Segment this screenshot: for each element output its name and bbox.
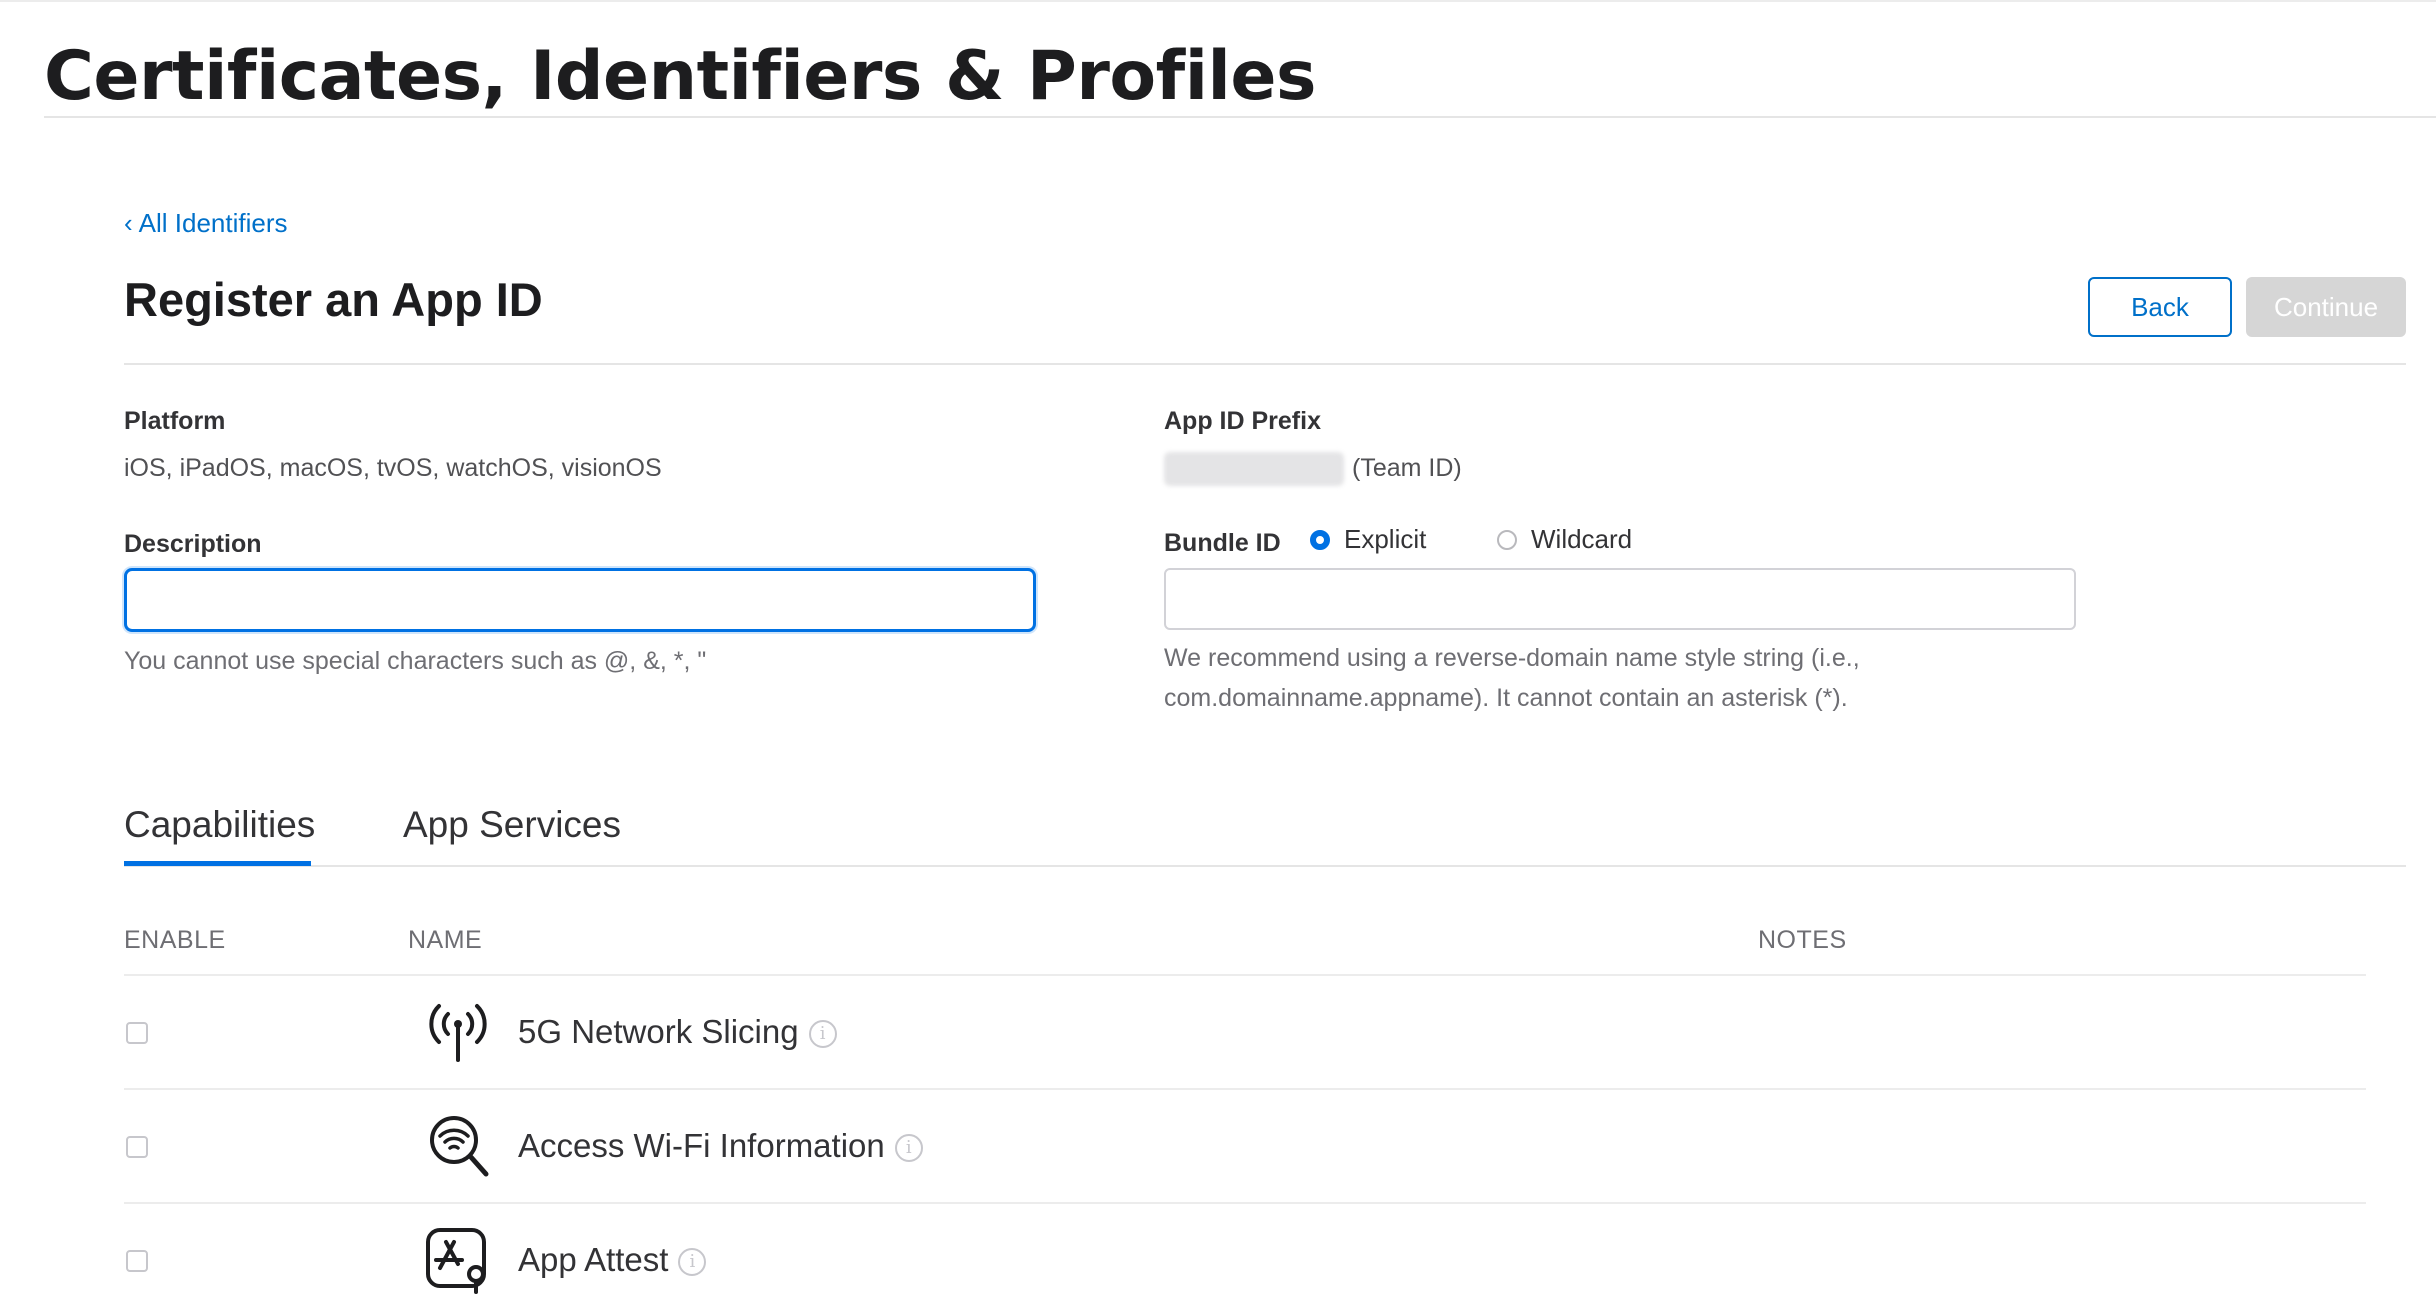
table-header-divider (124, 974, 2366, 976)
team-id-suffix: (Team ID) (1352, 454, 1462, 482)
enable-checkbox[interactable] (126, 1136, 148, 1158)
enable-checkbox[interactable] (126, 1022, 148, 1044)
title-divider (44, 116, 2436, 118)
description-label: Description (124, 530, 262, 558)
column-header-name: NAME (408, 926, 483, 954)
explicit-radio-label: Explicit (1344, 524, 1427, 554)
capability-name-link[interactable]: Access Wi-Fi Information i (518, 1124, 923, 1168)
section-title: Register an App ID (124, 273, 543, 326)
explicit-radio[interactable]: Explicit (1310, 524, 1426, 555)
chevron-left-icon: ‹ (124, 208, 133, 238)
capability-name: App Attest (518, 1241, 669, 1278)
continue-button[interactable]: Continue (2246, 277, 2406, 337)
info-icon[interactable]: i (678, 1248, 707, 1277)
bundle-id-hint-line1: We recommend using a reverse-domain name… (1164, 644, 1860, 672)
active-tab-indicator (124, 861, 311, 866)
row-divider (124, 1202, 2366, 1204)
header-divider (124, 363, 2406, 365)
tab-app-services[interactable]: App Services (403, 800, 621, 850)
capability-name: Access Wi-Fi Information (518, 1127, 885, 1164)
app-id-prefix-label: App ID Prefix (1164, 407, 1321, 435)
description-input[interactable] (124, 568, 1036, 632)
radio-unselected-icon (1497, 529, 1517, 550)
column-header-notes: NOTES (1758, 926, 1847, 954)
capability-name-link[interactable]: 5G Network Slicing i (518, 1010, 837, 1054)
info-icon[interactable]: i (808, 1020, 837, 1049)
wildcard-radio[interactable]: Wildcard (1497, 524, 1632, 555)
capability-name: 5G Network Slicing (518, 1013, 799, 1050)
wildcard-radio-label: Wildcard (1531, 524, 1633, 554)
wifi-search-icon (430, 1116, 489, 1177)
column-header-enable: ENABLE (124, 926, 226, 954)
breadcrumb-label: All Identifiers (138, 208, 288, 238)
description-hint: You cannot use special characters such a… (124, 647, 707, 675)
platform-value: iOS, iPadOS, macOS, tvOS, watchOS, visio… (124, 454, 662, 482)
platform-label: Platform (124, 407, 226, 435)
radio-selected-icon (1310, 529, 1330, 550)
bundle-id-hint-line2: com.domainname.appname). It cannot conta… (1164, 684, 1848, 712)
row-divider (124, 1088, 2366, 1090)
capability-name-link[interactable]: App Attest i (518, 1238, 707, 1282)
enable-checkbox[interactable] (126, 1250, 148, 1272)
app-attest-icon (426, 1228, 486, 1294)
team-id-redacted (1164, 452, 1344, 486)
tab-capabilities[interactable]: Capabilities (124, 800, 315, 850)
bundle-id-label: Bundle ID (1164, 529, 1281, 557)
page-title: Certificates, Identifiers & Profiles (44, 37, 1316, 116)
antenna-icon (429, 1004, 487, 1062)
bundle-id-input[interactable] (1164, 568, 2076, 630)
info-icon[interactable]: i (894, 1134, 923, 1163)
top-divider (0, 0, 2436, 2)
all-identifiers-link[interactable]: ‹ All Identifiers (124, 208, 288, 239)
back-button[interactable]: Back (2088, 277, 2232, 337)
tabs-divider (124, 865, 2406, 867)
